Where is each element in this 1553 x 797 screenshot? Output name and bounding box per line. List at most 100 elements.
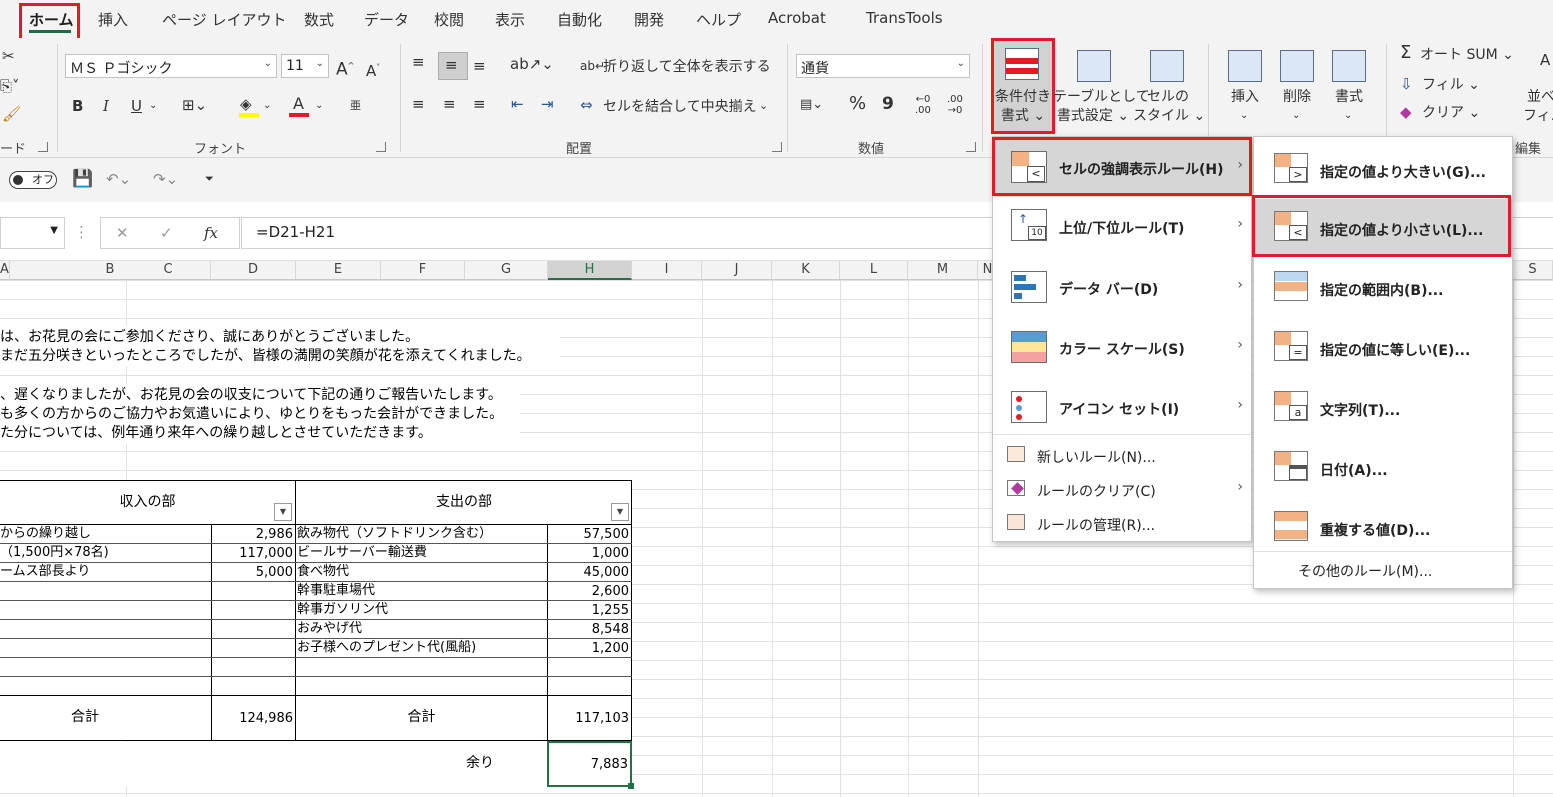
comma-style-button[interactable]: 9 (882, 94, 894, 114)
font-launcher[interactable] (376, 142, 386, 152)
submenu-less-than[interactable]: < 指定の値より小さい(L)... (1254, 199, 1512, 257)
menu-manage-rules[interactable]: ルールの管理(R)... (993, 509, 1251, 537)
submenu-more-rules[interactable]: その他のルール(M)... (1254, 557, 1512, 585)
column-header-k[interactable]: K (772, 261, 840, 280)
format-as-table-label-1[interactable]: テーブルとして (1053, 88, 1150, 106)
format-painter-icon[interactable]: 🖌 (2, 104, 21, 124)
wrap-text-button[interactable]: 折り返して全体を表示する (603, 58, 771, 76)
expense-filter-button[interactable]: ▼ (611, 503, 629, 521)
tab-page-layout[interactable]: ページ レイアウト (162, 9, 286, 30)
column-header-f[interactable]: F (381, 261, 465, 280)
merge-dropdown[interactable]: ⌄ (759, 96, 768, 116)
column-header-h[interactable]: H (548, 261, 632, 280)
column-header-e[interactable]: E (296, 261, 381, 280)
tab-insert[interactable]: 挿入 (98, 9, 128, 30)
font-color-dropdown[interactable]: ⌄ (315, 96, 323, 116)
submenu-equal-to[interactable]: = 指定の値に等しい(E)... (1254, 319, 1512, 377)
submenu-greater-than[interactable]: > 指定の値より大きい(G)... (1254, 141, 1512, 197)
submenu-between[interactable]: 指定の範囲内(B)... (1254, 259, 1512, 317)
save-icon[interactable]: 💾 (72, 169, 93, 189)
delete-dropdown[interactable]: ⌄ (1292, 106, 1300, 126)
grow-font-button[interactable]: A^ (336, 56, 354, 80)
fill-button[interactable]: フィル ⌄ (1422, 76, 1480, 94)
menu-clear-rules[interactable]: ルールのクリア(C) › (993, 475, 1251, 503)
copy-icon[interactable]: ⎘˅ (0, 76, 20, 96)
fill-handle[interactable] (628, 783, 634, 789)
cancel-icon[interactable]: ✕ (116, 223, 129, 243)
column-header-j[interactable]: J (702, 261, 772, 280)
customize-qat-icon[interactable]: ⏷ (205, 169, 214, 189)
tab-view[interactable]: 表示 (495, 9, 525, 30)
submenu-text-contains[interactable]: a 文字列(T)... (1254, 379, 1512, 437)
number-format-select[interactable]: 通貨 ⌄ (796, 54, 970, 78)
sort-filter-label-1[interactable]: 並べ (1527, 88, 1553, 106)
alignment-launcher[interactable] (772, 142, 782, 152)
cell-styles-label-1[interactable]: セルの (1133, 88, 1203, 106)
clipboard-launcher[interactable] (38, 142, 48, 152)
menu-data-bars[interactable]: データ バー(D) › (993, 259, 1251, 317)
menu-color-scales[interactable]: カラー スケール(S) › (993, 319, 1251, 377)
menu-top-bottom-rules[interactable]: ↑ 10 上位/下位ルール(T) › (993, 199, 1251, 257)
align-bottom-icon[interactable]: ≡ (473, 56, 486, 76)
insert-function-icon[interactable]: fx (204, 223, 218, 243)
delete-cells-button[interactable]: 削除 (1274, 88, 1320, 106)
bold-button[interactable]: B (72, 96, 83, 116)
tab-review[interactable]: 校閲 (434, 9, 464, 30)
format-as-table-label-2[interactable]: 書式設定 ⌄ (1053, 107, 1133, 125)
align-left-icon[interactable]: ≡ (412, 94, 425, 114)
fill-color-icon[interactable]: ◈ (240, 94, 252, 114)
tab-transtools[interactable]: TransTools (866, 9, 943, 27)
column-header-l[interactable]: L (840, 261, 908, 280)
column-header-i[interactable]: I (632, 261, 702, 280)
column-header-c[interactable]: C (126, 261, 211, 280)
format-cells-button[interactable]: 書式 (1326, 88, 1372, 106)
sort-filter-label-2[interactable]: フィル (1523, 107, 1553, 125)
underline-dropdown[interactable]: ⌄ (149, 96, 157, 116)
column-header-a[interactable]: A (0, 261, 10, 280)
increase-indent-icon[interactable]: ⇥ (541, 94, 554, 114)
column-header-g[interactable]: G (465, 261, 548, 280)
cut-icon[interactable]: ✂ (2, 46, 15, 66)
fill-color-dropdown[interactable]: ⌄ (263, 96, 271, 116)
redo-icon[interactable]: ↷⌄ (153, 169, 178, 189)
insert-cells-button[interactable]: 挿入 (1222, 88, 1268, 106)
phonetic-button[interactable]: 亜 (350, 96, 361, 116)
tab-data[interactable]: データ (364, 9, 409, 30)
percent-button[interactable]: % (849, 94, 866, 114)
borders-icon[interactable]: ⊞⌄ (182, 95, 207, 115)
decrease-indent-icon[interactable]: ⇤ (511, 94, 524, 114)
cell-styles-label-2[interactable]: スタイル ⌄ (1133, 107, 1205, 125)
enter-icon[interactable]: ✓ (160, 223, 173, 243)
clear-button[interactable]: クリア ⌄ (1422, 104, 1480, 122)
align-center-icon[interactable]: ≡ (443, 94, 456, 114)
name-box[interactable]: ▼ (0, 217, 65, 249)
menu-highlight-cells-rules[interactable]: < セルの強調表示ルール(H) › (993, 139, 1251, 197)
decrease-decimal-button[interactable]: .00 →0 (947, 94, 963, 116)
column-header-m[interactable]: M (908, 261, 978, 280)
tab-automate[interactable]: 自動化 (557, 9, 602, 30)
tab-formulas[interactable]: 数式 (304, 9, 334, 30)
font-size-select[interactable]: 11 ⌄ (281, 54, 329, 78)
align-right-icon[interactable]: ≡ (473, 94, 486, 114)
autosum-button[interactable]: オート SUM ⌄ (1420, 46, 1514, 64)
tab-developer[interactable]: 開発 (634, 9, 664, 30)
column-header-d[interactable]: D (211, 261, 296, 280)
shrink-font-button[interactable]: A˅ (366, 58, 380, 81)
tab-home[interactable]: ホーム (29, 9, 74, 30)
column-header-s[interactable]: S (1513, 261, 1553, 280)
menu-new-rule[interactable]: 新しいルール(N)... (993, 441, 1251, 469)
align-top-icon[interactable]: ≡ (412, 52, 425, 72)
increase-decimal-button[interactable]: ←0.00 (915, 94, 931, 116)
menu-icon-sets[interactable]: アイコン セット(I) › (993, 379, 1251, 437)
accounting-format-icon[interactable]: ▤⌄ (800, 95, 823, 115)
submenu-date-occurring[interactable]: 日付(A)... (1254, 439, 1512, 497)
orientation-icon[interactable]: ab↗⌄ (510, 54, 554, 74)
font-name-select[interactable]: ＭＳ Ｐゴシック ⌄ (65, 54, 277, 78)
font-color-button[interactable]: A (293, 94, 304, 114)
number-launcher[interactable] (966, 142, 976, 152)
underline-button[interactable]: U (131, 96, 142, 116)
merge-center-button[interactable]: セルを結合して中央揃え (603, 98, 757, 116)
submenu-duplicate-values[interactable]: 重複する値(D)... (1254, 499, 1512, 557)
format-dropdown[interactable]: ⌄ (1344, 106, 1352, 126)
income-filter-button[interactable]: ▼ (274, 503, 292, 521)
